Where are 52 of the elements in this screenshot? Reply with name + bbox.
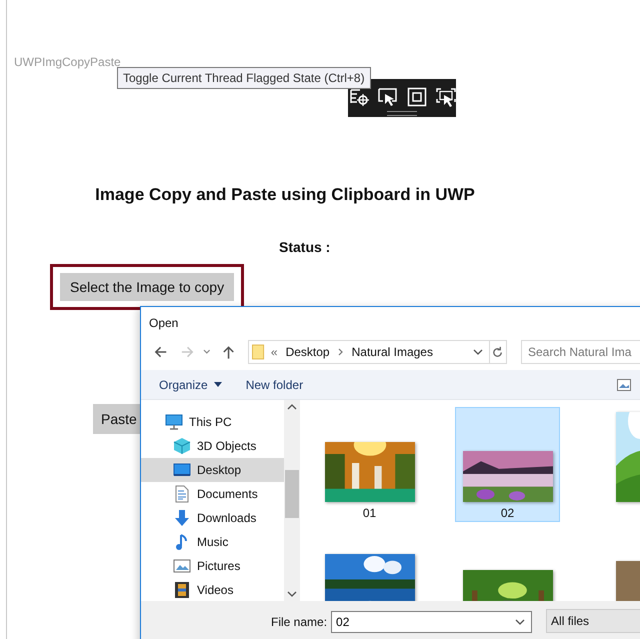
caret-icon[interactable]: [214, 382, 222, 387]
file-name-label: File name:: [271, 615, 328, 629]
file-type-dropdown[interactable]: All files: [546, 609, 640, 633]
target-icon[interactable]: [348, 87, 368, 107]
sidebar-item[interactable]: 3D Objects: [141, 434, 284, 458]
dropdown-caret-icon[interactable]: [515, 619, 526, 625]
view-options-icon[interactable]: [617, 378, 631, 390]
picture-icon: [173, 557, 191, 575]
file-item[interactable]: 02: [455, 407, 560, 522]
sidebar-item[interactable]: Documents: [141, 482, 284, 506]
desktop-icon: [173, 461, 191, 479]
cube-icon: [173, 437, 191, 455]
film-icon: [173, 581, 191, 599]
file-name: 01: [362, 506, 376, 520]
refresh-icon: [491, 346, 504, 358]
sidebar-item[interactable]: Downloads: [141, 506, 284, 530]
sidebar-item[interactable]: Music: [141, 530, 284, 554]
dropdown-caret-icon[interactable]: [472, 349, 483, 355]
select-image-button[interactable]: Select the Image to copy: [60, 273, 234, 301]
scrollbar[interactable]: [284, 400, 300, 601]
document-icon: [173, 485, 191, 503]
up-arrow-icon[interactable]: [220, 344, 236, 360]
screen-cursor-icon[interactable]: [436, 87, 456, 107]
status-label: Status :: [279, 239, 330, 255]
select-element-icon[interactable]: [378, 87, 398, 107]
organize-menu[interactable]: Organize: [159, 378, 222, 392]
new-folder-button[interactable]: New folder: [246, 378, 304, 392]
address-bar[interactable]: « Desktop Natural Images: [248, 340, 507, 364]
dialog-title: Open: [148, 315, 180, 332]
breadcrumb-item[interactable]: Natural Images: [352, 345, 433, 359]
sidebar-item[interactable]: Desktop: [141, 458, 284, 482]
scroll-thumb[interactable]: [285, 470, 299, 518]
sidebar-item[interactable]: Pictures: [141, 554, 284, 578]
down-arrow-icon: [173, 509, 191, 527]
recent-caret-icon[interactable]: [203, 348, 211, 356]
file-name-field[interactable]: 02: [331, 611, 532, 633]
page-heading: Image Copy and Paste using Clipboard in UWP: [94, 185, 476, 205]
breadcrumb-item[interactable]: Desktop: [286, 345, 330, 359]
frame-icon[interactable]: [406, 87, 426, 107]
file-name: 02: [500, 506, 514, 520]
overflow-chevrons[interactable]: «: [270, 345, 278, 359]
sidebar-item[interactable]: Videos: [141, 578, 284, 602]
app-title: UWPImgCopyPaste: [14, 55, 121, 69]
folder-icon: [252, 344, 265, 360]
tooltip: Toggle Current Thread Flagged State (Ctrl+8): [117, 67, 371, 89]
computer-icon: [165, 413, 183, 431]
scroll-down-icon[interactable]: [287, 591, 297, 597]
chevron-icon[interactable]: [338, 348, 344, 356]
back-arrow-icon[interactable]: [153, 344, 168, 360]
scroll-up-icon[interactable]: [287, 404, 297, 410]
search-field[interactable]: Search Natural Ima: [520, 340, 640, 364]
file-item[interactable]: 01: [317, 407, 422, 522]
